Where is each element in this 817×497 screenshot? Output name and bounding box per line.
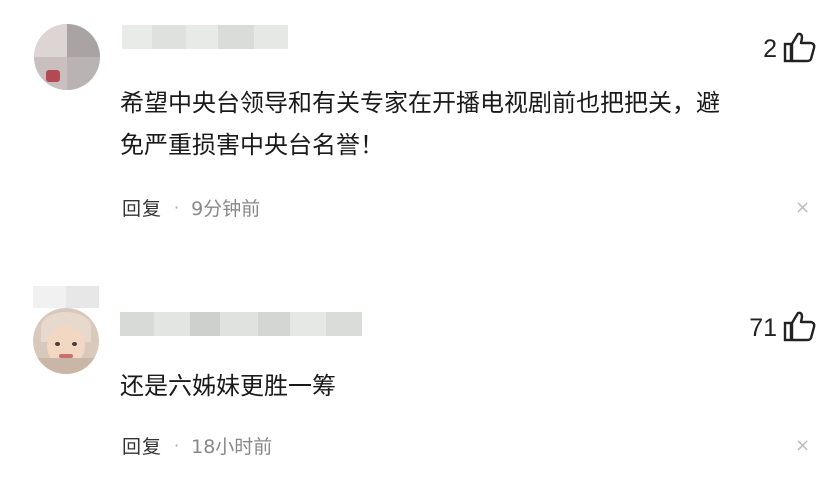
comment-meta: 回复 · 9分钟前 [122,193,260,221]
timestamp: 18小时前 [191,435,273,458]
comment-item: 71 还是六姊妹更胜一筹 回复 · 18小时前 × [0,250,817,497]
comment-item: 2 希望中央台领导和有关专家在开播电视剧前也把把关，避 免严重损害中央台名誉！ … [0,0,817,250]
timestamp: 9分钟前 [191,197,261,220]
like-count: 2 [763,34,777,63]
comment-text-line: 希望中央台领导和有关专家在开播电视剧前也把把关，避 [120,89,720,117]
separator-dot: · [174,197,180,217]
username-redacted[interactable] [122,25,288,49]
reply-button[interactable]: 回复 [122,432,162,459]
username-redacted[interactable] [120,312,382,336]
comment-text-line: 还是六姊妹更胜一筹 [120,372,336,400]
thumbs-up-icon[interactable] [783,310,817,346]
comment-text-line: 免严重损害中央台名誉！ [120,131,384,159]
separator-dot: · [174,435,180,455]
avatar[interactable] [34,24,100,90]
like-count: 71 [749,313,777,342]
comment-text: 还是六姊妹更胜一筹 [120,365,336,407]
thumbs-up-icon[interactable] [783,31,817,67]
like-area[interactable]: 2 [763,31,817,67]
reply-button[interactable]: 回复 [122,194,162,221]
like-area[interactable]: 71 [749,310,817,346]
avatar-mosaic [33,286,99,308]
comment-text: 希望中央台领导和有关专家在开播电视剧前也把把关，避 免严重损害中央台名誉！ [120,82,720,166]
close-icon[interactable]: × [795,197,810,218]
comment-meta: 回复 · 18小时前 [122,431,272,459]
avatar[interactable] [33,308,99,374]
close-icon[interactable]: × [795,435,810,456]
